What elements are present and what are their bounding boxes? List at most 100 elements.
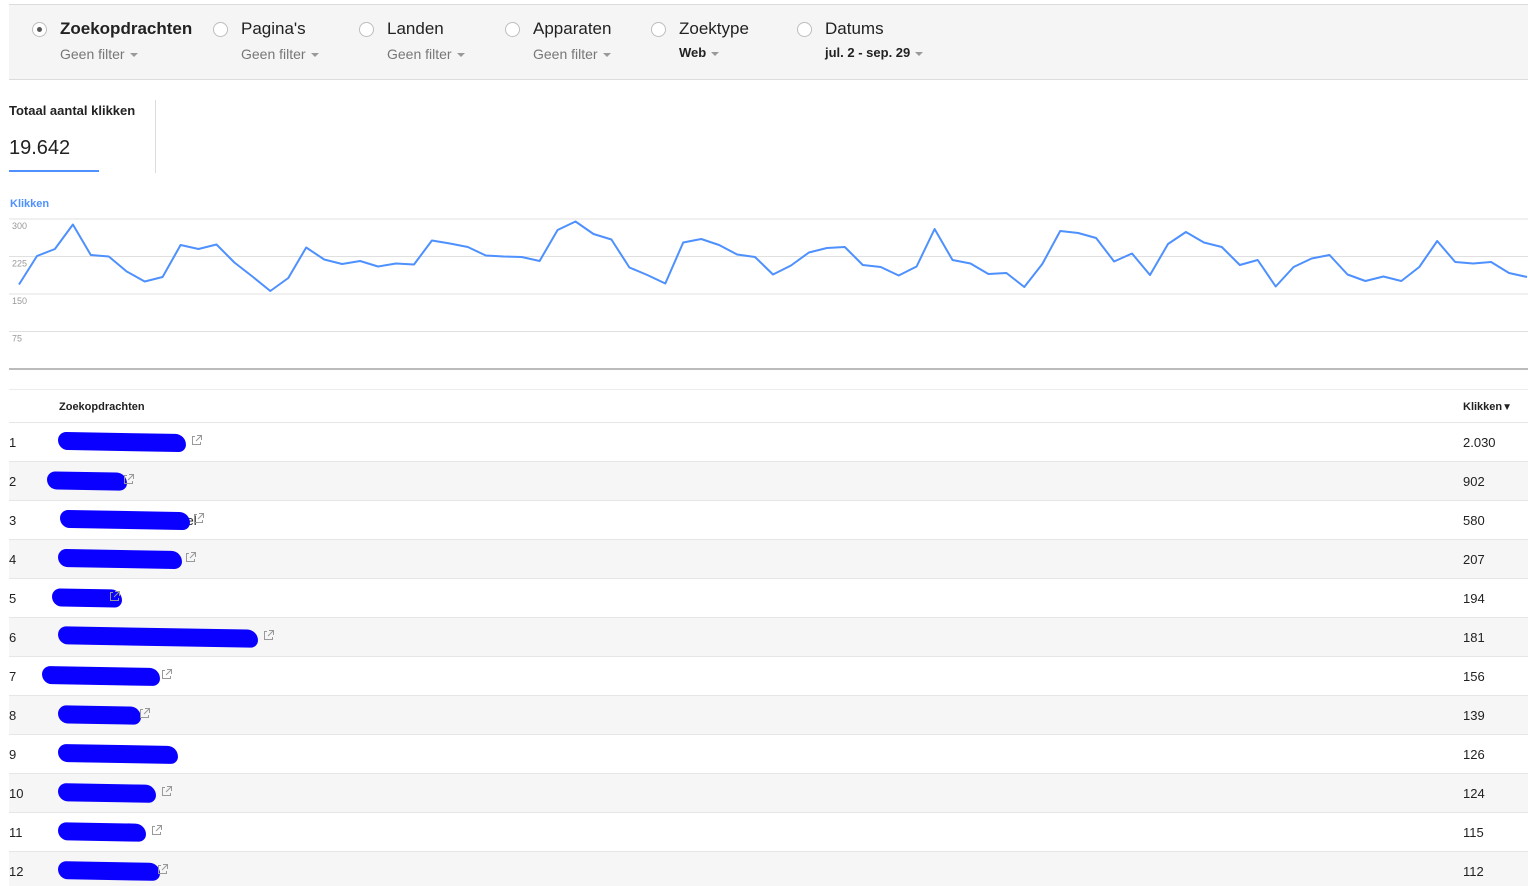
row-clicks: 902 [1463, 474, 1485, 489]
filter-search-type-radio[interactable] [651, 22, 666, 37]
external-link-icon-glyph [162, 669, 172, 679]
redaction-scribble [57, 861, 161, 881]
redaction-scribble [46, 471, 128, 491]
row-clicks: 2.030 [1463, 435, 1496, 450]
row-clicks: 124 [1463, 786, 1485, 801]
table-row[interactable]: 9 126 [9, 735, 1528, 774]
filter-countries-radio[interactable] [359, 22, 374, 37]
row-rank: 10 [9, 786, 24, 801]
external-link-icon-glyph [264, 630, 274, 640]
filter-countries-value[interactable]: Geen filter [387, 46, 465, 62]
external-link-icon-glyph [152, 825, 162, 835]
external-link-icon-glyph [158, 864, 168, 874]
row-clicks: 181 [1463, 630, 1485, 645]
redaction-scribble [57, 431, 187, 453]
column-header-clicks-label: Klikken [1463, 401, 1503, 413]
external-link-icon[interactable] [123, 472, 134, 484]
external-link-icon-glyph [192, 435, 202, 445]
table-row[interactable]: 5 194 [9, 579, 1528, 618]
filter-countries-value-text: Geen filter [387, 46, 452, 62]
filter-devices-label: Apparaten [533, 19, 612, 38]
external-link-icon-glyph [140, 708, 150, 718]
metric-selected-indicator [9, 170, 99, 172]
caret-down-icon [310, 53, 319, 58]
filter-devices-value-text: Geen filter [533, 46, 598, 62]
table-row[interactable]: 4 207 [9, 540, 1528, 579]
table-row[interactable]: 7 156 [9, 657, 1528, 696]
external-link-icon-glyph [194, 513, 204, 523]
filter-pages-radio[interactable] [213, 22, 228, 37]
filter-search-type-value[interactable]: Web [679, 45, 720, 60]
external-link-icon[interactable] [139, 706, 150, 718]
external-link-icon[interactable] [191, 433, 202, 445]
redaction-scribble [57, 626, 259, 648]
redaction-scribble [59, 509, 191, 531]
caret-down-icon [711, 51, 720, 56]
total-clicks-value: 19.642 [9, 137, 71, 159]
table-row[interactable]: 12 112 [9, 852, 1528, 886]
external-link-icon[interactable] [193, 511, 204, 523]
row-clicks: 115 [1463, 825, 1484, 840]
external-link-icon[interactable] [161, 784, 172, 796]
filter-dates-radio[interactable] [797, 22, 812, 37]
y-tick-label: 150 [12, 296, 27, 306]
filter-dates-label: Datums [825, 19, 884, 38]
table-row[interactable]: 3kel580 [9, 501, 1528, 540]
table-row[interactable]: 6g181 [9, 618, 1528, 657]
redaction-scribble [57, 743, 179, 765]
table-row[interactable]: 10 124 [9, 774, 1528, 813]
filter-countries-label: Landen [387, 19, 444, 38]
redaction-scribble [41, 665, 161, 687]
filter-devices-radio[interactable] [505, 22, 520, 37]
redaction-scribble [57, 822, 147, 842]
row-rank: 7 [9, 669, 17, 684]
external-link-icon[interactable] [151, 823, 162, 835]
filter-devices-value[interactable]: Geen filter [533, 46, 611, 62]
row-clicks: 139 [1463, 708, 1485, 723]
external-link-icon[interactable] [263, 628, 274, 640]
external-link-icon-glyph [186, 552, 196, 562]
row-rank: 11 [9, 825, 23, 840]
filter-pages-value[interactable]: Geen filter [241, 46, 319, 62]
external-link-icon[interactable] [185, 550, 196, 562]
filter-search-type-label: Zoektype [679, 19, 749, 38]
table-row[interactable]: 2l902 [9, 462, 1528, 501]
table-header: Zoekopdrachten Klikken▼ [9, 389, 1528, 423]
table-body: 1n2.0302l9023kel580420751946g1817156 8 139… [9, 423, 1528, 886]
filter-pages-label: Pagina's [241, 19, 306, 38]
redaction-scribble [57, 705, 142, 725]
row-rank: 2 [9, 474, 17, 489]
clicks-line-chart[interactable]: 300 225 150 75 [0, 210, 1528, 375]
caret-down-icon [129, 53, 138, 58]
table-row[interactable]: 8 139 [9, 696, 1528, 735]
column-header-queries[interactable]: Zoekopdrachten [59, 401, 145, 413]
table-row[interactable]: 11 115 [9, 813, 1528, 852]
caret-down-icon [602, 53, 611, 58]
row-rank: 3 [9, 513, 17, 528]
filter-bar: Zoekopdrachten Geen filter Pagina's Geen… [9, 4, 1528, 80]
filter-dates-value-text: jul. 2 - sep. 29 [825, 45, 911, 60]
row-rank: 12 [9, 864, 24, 879]
total-clicks-metric[interactable]: Totaal aantal klikken 19.642 [9, 100, 156, 173]
row-clicks: 207 [1463, 552, 1485, 567]
column-header-clicks[interactable]: Klikken▼ [1463, 401, 1512, 413]
row-clicks: 126 [1463, 747, 1485, 762]
filter-search-type-value-text: Web [679, 45, 707, 60]
external-link-icon[interactable] [109, 589, 120, 601]
filter-queries-radio[interactable] [32, 22, 47, 37]
external-link-icon[interactable] [161, 667, 172, 679]
caret-down-icon [915, 51, 924, 56]
row-rank: 5 [9, 591, 17, 606]
table-row[interactable]: 1n2.030 [9, 423, 1528, 462]
row-clicks: 112 [1463, 864, 1484, 879]
sort-descending-icon: ▼ [1502, 402, 1513, 413]
row-rank: 9 [9, 747, 17, 762]
filter-queries-value[interactable]: Geen filter [60, 46, 138, 62]
external-link-icon[interactable] [157, 862, 168, 874]
row-rank: 6 [9, 630, 17, 645]
external-link-icon-glyph [110, 591, 120, 601]
external-link-icon-glyph [124, 474, 134, 484]
row-rank: 8 [9, 708, 17, 723]
filter-queries-label: Zoekopdrachten [60, 19, 193, 38]
filter-dates-value[interactable]: jul. 2 - sep. 29 [825, 45, 924, 60]
